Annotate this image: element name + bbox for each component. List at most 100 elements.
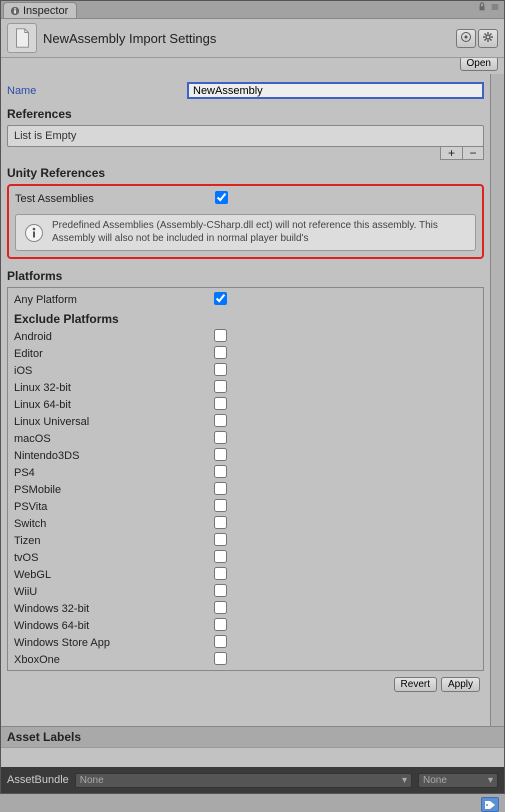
- assetbundle-select[interactable]: None ▾: [75, 773, 412, 788]
- name-label: Name: [7, 85, 187, 97]
- tab-menu-icon[interactable]: [490, 2, 500, 12]
- unity-refs-title: Unity References: [7, 166, 484, 180]
- platform-label: Linux 64-bit: [14, 399, 214, 411]
- platform-row: PS4: [10, 464, 481, 481]
- platform-row: Linux 64-bit: [10, 396, 481, 413]
- platform-row: iOS: [10, 362, 481, 379]
- platform-checkbox[interactable]: [214, 635, 227, 648]
- platform-row: Linux 32-bit: [10, 379, 481, 396]
- platform-checkbox[interactable]: [214, 380, 227, 393]
- platform-row: macOS: [10, 430, 481, 447]
- test-assemblies-label: Test Assemblies: [15, 193, 215, 205]
- info-icon: [24, 223, 44, 243]
- exclude-platforms-title: Exclude Platforms: [10, 310, 481, 328]
- platform-checkbox[interactable]: [214, 499, 227, 512]
- platform-label: Windows 32-bit: [14, 603, 214, 615]
- platform-checkbox[interactable]: [214, 567, 227, 580]
- platform-label: Switch: [14, 518, 214, 530]
- platform-label: WiiU: [14, 586, 214, 598]
- references-list: List is Empty: [7, 125, 484, 147]
- platform-checkbox[interactable]: [214, 618, 227, 631]
- asset-type-icon: [7, 23, 37, 53]
- open-button[interactable]: Open: [460, 56, 498, 71]
- platform-label: Tizen: [14, 535, 214, 547]
- platform-checkbox[interactable]: [214, 465, 227, 478]
- platform-label: PSMobile: [14, 484, 214, 496]
- test-assemblies-row: Test Assemblies: [15, 190, 476, 208]
- gear-icon-button[interactable]: [478, 29, 498, 48]
- platform-list: Android Editor iOS Linux 32-bit Linux 64-bit…: [10, 328, 481, 668]
- asset-header: NewAssembly Import Settings: [1, 19, 504, 58]
- references-empty-text: List is Empty: [14, 130, 76, 142]
- platform-row: Android: [10, 328, 481, 345]
- platform-checkbox[interactable]: [214, 363, 227, 376]
- platform-label: XboxOne: [14, 654, 214, 666]
- platform-row: WebGL: [10, 566, 481, 583]
- target-icon-button[interactable]: [456, 29, 476, 48]
- test-assemblies-info: Predefined Assemblies (Assembly-CSharp.d…: [15, 214, 476, 251]
- platform-checkbox[interactable]: [214, 601, 227, 614]
- add-reference-button[interactable]: +: [440, 146, 462, 160]
- asset-labels-area: [1, 747, 504, 767]
- apply-bar: Revert Apply: [7, 671, 484, 698]
- platform-row: Nintendo3DS: [10, 447, 481, 464]
- platform-label: Windows 64-bit: [14, 620, 214, 632]
- platform-row: WiiU: [10, 583, 481, 600]
- inspector-window: Inspector NewAssembly Import Settings Op…: [0, 0, 505, 794]
- platform-checkbox[interactable]: [214, 533, 227, 546]
- platform-label: Linux 32-bit: [14, 382, 214, 394]
- platform-checkbox[interactable]: [214, 346, 227, 359]
- label-tag-button[interactable]: [481, 797, 499, 812]
- assetbundle-label: AssetBundle: [7, 774, 69, 786]
- remove-reference-button[interactable]: −: [462, 146, 484, 160]
- platform-label: Linux Universal: [14, 416, 214, 428]
- assetbundle-bar: AssetBundle None ▾ None ▾: [1, 767, 504, 793]
- revert-button[interactable]: Revert: [394, 677, 437, 692]
- platform-label: tvOS: [14, 552, 214, 564]
- platform-checkbox[interactable]: [214, 482, 227, 495]
- platform-checkbox[interactable]: [214, 397, 227, 410]
- platform-checkbox[interactable]: [214, 448, 227, 461]
- platform-label: WebGL: [14, 569, 214, 581]
- lock-icon[interactable]: [477, 2, 487, 12]
- any-platform-row: Any Platform: [10, 290, 481, 310]
- platform-label: iOS: [14, 365, 214, 377]
- name-field[interactable]: [187, 82, 484, 99]
- platform-checkbox[interactable]: [214, 550, 227, 563]
- platform-checkbox[interactable]: [214, 516, 227, 529]
- assetbundle-variant-value: None: [423, 775, 447, 786]
- platform-row: Switch: [10, 515, 481, 532]
- platform-row: Windows 64-bit: [10, 617, 481, 634]
- apply-button[interactable]: Apply: [441, 677, 480, 692]
- asset-labels-title: Asset Labels: [7, 730, 81, 744]
- test-assemblies-checkbox[interactable]: [215, 191, 228, 204]
- references-title: References: [7, 107, 484, 121]
- platform-label: Windows Store App: [14, 637, 214, 649]
- platform-row: tvOS: [10, 549, 481, 566]
- platform-checkbox[interactable]: [214, 329, 227, 342]
- platform-checkbox[interactable]: [214, 584, 227, 597]
- platform-label: macOS: [14, 433, 214, 445]
- inspector-content: Name References List is Empty + − Unity …: [1, 74, 490, 726]
- page-title: NewAssembly Import Settings: [43, 31, 450, 46]
- platforms-box: Any Platform Exclude Platforms Android Ed…: [7, 287, 484, 671]
- unity-refs-highlight: Test Assemblies Predefined Assemblies (A…: [7, 184, 484, 259]
- platform-checkbox[interactable]: [214, 431, 227, 444]
- any-platform-checkbox[interactable]: [214, 292, 227, 305]
- platforms-title: Platforms: [7, 269, 484, 283]
- tab-bar: Inspector: [1, 1, 504, 19]
- platform-label: PSVita: [14, 501, 214, 513]
- platform-row: Windows Store App: [10, 634, 481, 651]
- platform-label: PS4: [14, 467, 214, 479]
- platform-checkbox[interactable]: [214, 652, 227, 665]
- platform-checkbox[interactable]: [214, 414, 227, 427]
- assetbundle-variant-select[interactable]: None ▾: [418, 773, 498, 788]
- platform-label: Editor: [14, 348, 214, 360]
- platform-row: XboxOne: [10, 651, 481, 668]
- info-text: Predefined Assemblies (Assembly-CSharp.d…: [52, 220, 467, 245]
- platform-label: Android: [14, 331, 214, 343]
- tab-inspector[interactable]: Inspector: [3, 2, 77, 18]
- vertical-scrollbar[interactable]: [490, 74, 504, 726]
- platform-row: Tizen: [10, 532, 481, 549]
- assetbundle-value: None: [80, 775, 104, 786]
